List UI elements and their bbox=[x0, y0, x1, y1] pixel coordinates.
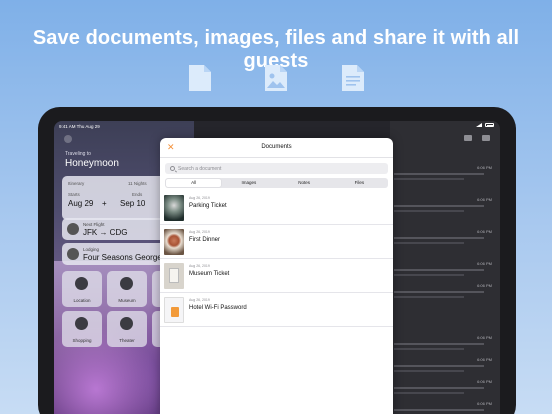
shopping-icon bbox=[75, 317, 88, 330]
tile-theater[interactable]: Theater bbox=[107, 311, 147, 347]
toolbar-icons bbox=[464, 135, 490, 141]
list-item[interactable]: 6:06 PM bbox=[390, 353, 500, 377]
list-item[interactable]: 6:06 PM bbox=[390, 331, 500, 355]
status-indicators bbox=[476, 123, 494, 127]
text-file-icon bbox=[340, 63, 366, 93]
location-icon bbox=[75, 277, 88, 290]
lodging-label: Lodging bbox=[83, 247, 100, 252]
itinerary-start: Aug 29 bbox=[68, 199, 94, 208]
status-time: 9:41 AM Thu Aug 29 bbox=[59, 124, 100, 129]
list-item-time: 6:06 PM bbox=[477, 357, 492, 362]
itinerary-starts-label: Starts bbox=[68, 192, 80, 197]
lodging-name: Four Seasons George bbox=[83, 253, 162, 262]
tile-shopping[interactable]: Shopping bbox=[62, 311, 102, 347]
list-item[interactable]: 6:06 PM bbox=[390, 279, 500, 303]
document-thumbnail bbox=[164, 229, 184, 255]
list-item-time: 6:06 PM bbox=[477, 401, 492, 406]
trip-title: Honeymoon bbox=[65, 158, 119, 169]
itinerary-nights: 11 Nights bbox=[128, 181, 147, 186]
trip-subtitle: Traveling to bbox=[65, 151, 91, 157]
list-item-time: 6:06 PM bbox=[477, 165, 492, 170]
note-file-icon bbox=[164, 297, 184, 323]
list-item[interactable]: 6:06 PM bbox=[390, 161, 500, 185]
document-name: Hotel Wi-Fi Password bbox=[189, 305, 247, 311]
tile-location[interactable]: Location bbox=[62, 271, 102, 307]
list-item-time: 6:06 PM bbox=[477, 197, 492, 202]
tab-all[interactable]: All bbox=[166, 179, 222, 187]
document-icon bbox=[187, 63, 213, 93]
list-item[interactable]: 6:06 PM bbox=[390, 193, 500, 217]
share-icon[interactable] bbox=[464, 135, 472, 141]
document-row-first-dinner[interactable]: Aug 26, 2019 First Dinner bbox=[160, 225, 393, 259]
search-placeholder: Search a document bbox=[178, 165, 222, 172]
document-date: Aug 26, 2019 bbox=[189, 196, 210, 200]
document-row-museum-ticket[interactable]: Aug 26, 2019 Museum Ticket bbox=[160, 259, 393, 293]
document-date: Aug 26, 2019 bbox=[189, 230, 210, 234]
modal-header: ✕ Documents bbox=[160, 138, 393, 158]
document-list: Aug 26, 2019 Parking Ticket Aug 26, 2019… bbox=[160, 191, 393, 327]
document-name: Parking Ticket bbox=[189, 203, 227, 209]
tablet-screen: 9:41 AM Thu Aug 29 Traveling to Honeymoo… bbox=[54, 121, 500, 414]
itinerary-end: Sep 10 bbox=[120, 199, 146, 208]
document-name: Museum Ticket bbox=[189, 271, 230, 277]
list-item[interactable]: 6:06 PM bbox=[390, 397, 500, 414]
plus-icon: + bbox=[102, 199, 107, 208]
activity-list-panel: 6:06 PM 6:06 PM 6:06 PM 6:06 PM 6:06 PM … bbox=[390, 121, 500, 414]
battery-icon bbox=[485, 123, 494, 127]
bed-icon bbox=[67, 248, 79, 260]
list-item-time: 6:06 PM bbox=[477, 283, 492, 288]
document-row-hotel-wifi[interactable]: Aug 26, 2019 Hotel Wi-Fi Password bbox=[160, 293, 393, 327]
flight-route: JFK → CDG bbox=[83, 228, 128, 237]
list-item-time: 6:06 PM bbox=[477, 261, 492, 266]
search-input[interactable]: Search a document bbox=[165, 163, 388, 174]
tab-files[interactable]: Files bbox=[332, 179, 387, 187]
document-date: Aug 26, 2019 bbox=[189, 264, 210, 268]
list-item[interactable]: 6:06 PM bbox=[390, 257, 500, 281]
settings-icon[interactable] bbox=[64, 135, 72, 143]
tab-notes[interactable]: Notes bbox=[277, 179, 332, 187]
tile-label: Museum bbox=[118, 298, 136, 303]
list-item[interactable]: 6:06 PM bbox=[390, 375, 500, 399]
document-thumbnail bbox=[164, 263, 184, 289]
plane-icon bbox=[67, 223, 79, 235]
list-item[interactable]: 6:06 PM bbox=[390, 225, 500, 249]
status-bar: 9:41 AM Thu Aug 29 bbox=[54, 121, 500, 131]
itinerary-label: Itinerary bbox=[68, 181, 85, 186]
wifi-icon bbox=[476, 123, 482, 127]
tile-museum[interactable]: Museum bbox=[107, 271, 147, 307]
document-thumbnail bbox=[164, 195, 184, 221]
tile-label: Location bbox=[73, 298, 91, 303]
list-item-time: 6:06 PM bbox=[477, 379, 492, 384]
list-item-time: 6:06 PM bbox=[477, 335, 492, 340]
document-date: Aug 26, 2019 bbox=[189, 298, 210, 302]
list-item-time: 6:06 PM bbox=[477, 229, 492, 234]
tablet-device: 9:41 AM Thu Aug 29 Traveling to Honeymoo… bbox=[38, 107, 516, 414]
flight-label: Next Flight bbox=[83, 222, 105, 227]
document-filter-tabs: All Images Notes Files bbox=[165, 178, 388, 188]
tab-images[interactable]: Images bbox=[221, 179, 276, 187]
itinerary-ends-label: Ends bbox=[132, 192, 143, 197]
theater-icon bbox=[120, 317, 133, 330]
document-row-parking-ticket[interactable]: Aug 26, 2019 Parking Ticket bbox=[160, 191, 393, 225]
search-icon bbox=[170, 166, 175, 171]
modal-title: Documents bbox=[261, 144, 292, 150]
tile-label: Theater bbox=[119, 338, 135, 343]
edit-icon[interactable] bbox=[482, 135, 490, 141]
tile-label: Shopping bbox=[72, 338, 92, 343]
documents-modal: ✕ Documents Search a document All Images… bbox=[160, 138, 393, 414]
document-name: First Dinner bbox=[189, 237, 221, 243]
museum-icon bbox=[120, 277, 133, 290]
image-file-icon bbox=[263, 63, 289, 93]
